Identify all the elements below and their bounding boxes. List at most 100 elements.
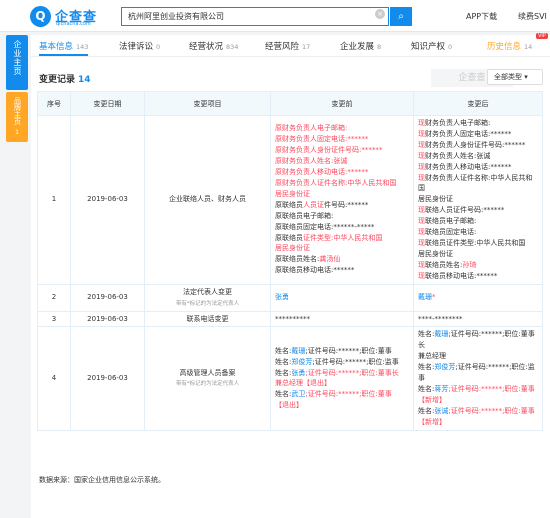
data-source-note: 数据来源：国家企业信用信息公示系统。	[39, 476, 165, 484]
person-name-link[interactable]: 郑俊芳	[291, 358, 312, 366]
change-text: 居民身份证	[418, 195, 453, 204]
header-date: 变更日期	[70, 91, 145, 116]
change-text: 姓名:	[418, 363, 435, 372]
tab-litigation[interactable]: 法律诉讼 0	[119, 40, 160, 52]
change-text: 姓名:	[275, 368, 292, 377]
change-text: 财务负责人姓名:张诚	[425, 151, 491, 160]
change-line: 居民身份证	[418, 194, 539, 205]
clear-icon[interactable]: ×	[375, 9, 385, 19]
person-name-link[interactable]: 戴珊	[291, 347, 305, 355]
change-line: 姓名:郑俊芳;证件号码:******;职位:监事	[275, 357, 410, 368]
change-line: 现财务负责人固定电话:******	[418, 129, 539, 140]
tab-count: 143	[76, 43, 89, 51]
tab-count: 834	[226, 43, 239, 51]
cell-before: **********	[270, 310, 414, 328]
change-text: ;证件号码:******;职位:董事长	[305, 368, 399, 377]
change-line: 姓名:张诚;证件号码:******;职位:董事	[418, 406, 539, 417]
change-text: 原联络员	[275, 233, 303, 242]
change-item-label: 联系电话变更	[186, 314, 229, 323]
tab-bar: 基本信息 143 法律诉讼 0 经营状况 834 经营风险 17 企业发展 8 知识产权 0…	[31, 35, 550, 57]
change-text: ;证件号码:******;职位:董事	[448, 384, 535, 393]
change-item-label: 高级管理人员备案	[179, 368, 236, 377]
change-line: 现财务负责人姓名:张诚	[418, 151, 539, 162]
search-button[interactable]: ⌕	[390, 7, 412, 26]
change-line: 【退出】	[275, 400, 410, 411]
change-text: 财务负责人身份证件号码:******	[425, 140, 526, 149]
change-text: 原联络员	[275, 200, 303, 209]
tab-count: 8	[377, 43, 382, 51]
change-line: 原财务负责人移动电话:******	[275, 167, 410, 178]
change-text: ****-********	[418, 314, 463, 323]
change-text: **********	[275, 314, 310, 323]
change-text: *	[432, 293, 436, 302]
tab-label: 经营状况	[189, 42, 224, 52]
tab-risk[interactable]: 经营风险 17	[265, 40, 310, 52]
table-row: 3 2019-06-03 联系电话变更 ********** ****-********	[37, 310, 543, 328]
change-line: 现联络员姓名:孙琦	[418, 260, 539, 271]
change-line: 张勇	[275, 292, 410, 303]
person-name-link[interactable]: 张勇	[275, 293, 289, 301]
search-input[interactable]: 杭州阿里创业投资有限公司	[121, 7, 389, 26]
change-text: 姓名:	[418, 406, 435, 415]
tab-history[interactable]: 历史信息 14	[487, 40, 532, 52]
change-text: 原联络员姓名:	[275, 255, 320, 264]
cell-item: 高级管理人员备案 带有*标记的为法定代表人	[144, 326, 271, 431]
change-line: 原联络员姓名:龚汤仙	[275, 254, 410, 265]
change-text: ;证件号码:******;职位:董事	[305, 346, 392, 355]
renew-vip-link[interactable]: 续费SVI	[518, 11, 547, 22]
change-line: 原财务负责人电子邮箱:	[275, 123, 410, 134]
change-line: 原联络员电子邮箱:	[275, 211, 410, 222]
cell-after: 现财务负责人电子邮箱: 现财务负责人固定电话:****** 现财务负责人身份证件号码…	[413, 115, 543, 285]
person-name-link[interactable]: 张勇	[291, 369, 305, 377]
change-text: ;证件号码:******;职位:董事	[305, 390, 392, 399]
tab-count: 17	[302, 43, 311, 51]
side-tab-brand-label: 品牌主页	[13, 97, 22, 125]
tab-basic-info[interactable]: 基本信息 143	[39, 40, 89, 56]
type-filter-select[interactable]: 全部类型 ▾	[487, 69, 543, 85]
change-text: 原财务负责人姓名:张诚	[275, 157, 348, 166]
change-text: 原财务负责人固定电话:******	[275, 135, 369, 144]
change-text: 联络员证件类型:中华人民共和国	[425, 238, 526, 247]
app-download-link[interactable]: APP下载	[466, 11, 497, 22]
change-line: 现财务负责人身份证件号码:******	[418, 140, 539, 151]
tab-ip[interactable]: 知识产权 0	[411, 40, 452, 52]
change-text: 居民身份证	[275, 244, 310, 253]
person-name-link[interactable]: 戴珊	[418, 293, 432, 301]
tab-development[interactable]: 企业发展 8	[340, 40, 381, 52]
logo[interactable]: Q 企查查 qichacha.com	[30, 6, 112, 28]
change-text: 人员证	[303, 200, 324, 209]
cell-item: 企业联络人员、财务人员	[144, 115, 271, 285]
section-count: 14	[78, 75, 91, 85]
side-tab-brand[interactable]: 品牌主页 1	[6, 92, 28, 142]
change-text: 财务负责人移动电话:******	[425, 162, 512, 171]
side-tab-enterprise[interactable]: 企业主页	[6, 35, 28, 90]
person-name-link[interactable]: 郑俊芳	[434, 363, 455, 371]
change-text: 姓名:	[418, 330, 435, 339]
tab-label: 知识产权	[411, 42, 446, 52]
change-text: 证件类型:中华人民共和国	[303, 233, 383, 242]
tab-count: 0	[156, 43, 161, 51]
cell-item: 联系电话变更	[144, 310, 271, 328]
person-name-link[interactable]: 蒋芳	[434, 385, 448, 393]
change-text: 现	[418, 140, 425, 149]
person-name-link[interactable]: 武卫	[291, 390, 305, 398]
change-text: 原财务负责人移动电话:******	[275, 168, 369, 177]
cell-before: 姓名:戴珊;证件号码:******;职位:董事 姓名:郑俊芳;证件号码:*****…	[270, 326, 414, 431]
header-after: 变更后	[413, 91, 543, 116]
change-text: 原财务负责人证件名称:中华人民共和国	[275, 178, 397, 187]
tab-operations[interactable]: 经营状况 834	[189, 40, 238, 52]
change-line: 兼总经理【退出】	[275, 378, 410, 389]
brand-count-badge: 1	[15, 129, 19, 136]
change-text: 现	[418, 173, 425, 182]
person-name-link[interactable]: 戴珊	[434, 330, 448, 338]
change-text: 联络员移动电话:******	[425, 271, 498, 280]
person-name-link[interactable]: 张诚	[434, 407, 448, 415]
change-text: 现	[418, 217, 425, 226]
change-line: 居民身份证	[275, 189, 410, 200]
change-line: 【新增】	[418, 395, 539, 406]
table-body: 1 2019-06-03 企业联络人员、财务人员 原财务负责人电子邮箱: 原财务负责人固…	[37, 115, 543, 431]
change-text: 原财务负责人电子邮箱:	[275, 124, 348, 133]
legal-rep-tip: 带有*标记的为法定代表人	[175, 300, 240, 307]
cell-after: ****-********	[413, 310, 543, 328]
change-line: 姓名:郑俊芳;证件号码:******;职位:监事	[418, 362, 539, 384]
